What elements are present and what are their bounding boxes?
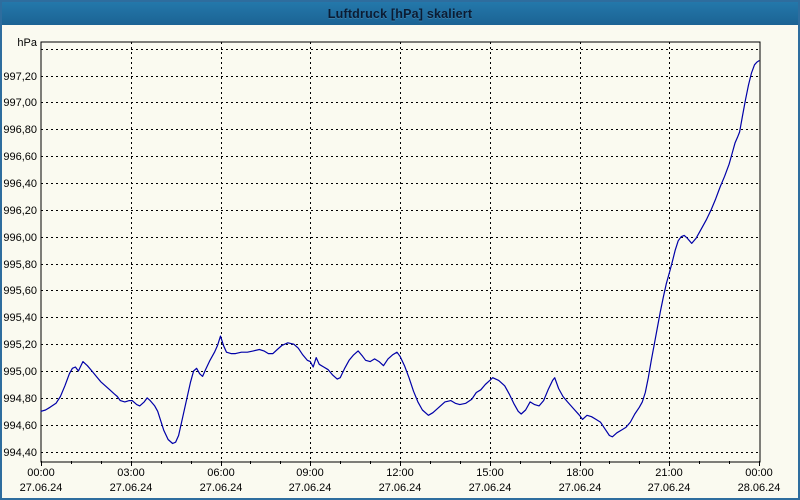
y-axis-tick-label: 996,40 xyxy=(3,178,37,190)
x-axis-time-label: 00:00 xyxy=(745,467,773,479)
x-axis-date-label: 27.06.24 xyxy=(200,482,243,494)
pressure-chart: 994,40 994,60 994,80 995,00 995,20 995,40 995,… xyxy=(3,37,781,494)
y-axis-tick-label: 997,20 xyxy=(3,71,37,83)
window-title: Luftdruck [hPa] skaliert xyxy=(327,6,473,21)
y-axis-tick-label: 995,40 xyxy=(3,312,37,324)
x-axis-date-label: 27.06.24 xyxy=(110,482,153,494)
y-axis-tick-label: 996,60 xyxy=(3,151,37,163)
x-axis-time-label: 03:00 xyxy=(117,467,145,479)
x-axis-date-label: 28.06.24 xyxy=(738,482,781,494)
y-axis-tick-label: 996,20 xyxy=(3,205,37,217)
y-axis-tick-label: 994,40 xyxy=(3,447,37,459)
y-axis-tick-label: 995,00 xyxy=(3,366,37,378)
app-window: Luftdruck [hPa] skaliert 994,40 994,60 994… xyxy=(0,0,800,500)
y-axis-tick-label: 994,60 xyxy=(3,420,37,432)
y-axis-tick-label: 995,80 xyxy=(3,259,37,271)
x-axis-date-label: 27.06.24 xyxy=(20,482,63,494)
y-axis-tick-label: 996,80 xyxy=(3,124,37,136)
x-axis-time-label: 06:00 xyxy=(207,467,235,479)
chart-area: 994,40 994,60 994,80 995,00 995,20 995,40 995,… xyxy=(2,25,798,498)
y-axis-tick-label: 995,20 xyxy=(3,339,37,351)
x-axis-date-label: 27.06.24 xyxy=(469,482,512,494)
x-axis-time-label: 21:00 xyxy=(655,467,683,479)
x-axis-time-label: 00:00 xyxy=(27,467,55,479)
x-axis-time-label: 15:00 xyxy=(476,467,504,479)
y-axis-tick-label: 995,60 xyxy=(3,285,37,297)
x-axis-date-label: 27.06.24 xyxy=(559,482,602,494)
y-axis-tick-label: 994,80 xyxy=(3,393,37,405)
x-axis-time-label: 09:00 xyxy=(296,467,324,479)
x-axis-time-label: 12:00 xyxy=(386,467,414,479)
x-axis-date-label: 27.06.24 xyxy=(289,482,332,494)
x-axis-time-label: 18:00 xyxy=(566,467,594,479)
y-axis-tick-label: 996,00 xyxy=(3,232,37,244)
x-axis-date-label: 27.06.24 xyxy=(379,482,422,494)
y-axis-unit-label: hPa xyxy=(17,37,37,49)
x-axis-date-label: 27.06.24 xyxy=(648,482,691,494)
window-titlebar[interactable]: Luftdruck [hPa] skaliert xyxy=(2,2,798,25)
y-axis-tick-label: 997,00 xyxy=(3,97,37,109)
